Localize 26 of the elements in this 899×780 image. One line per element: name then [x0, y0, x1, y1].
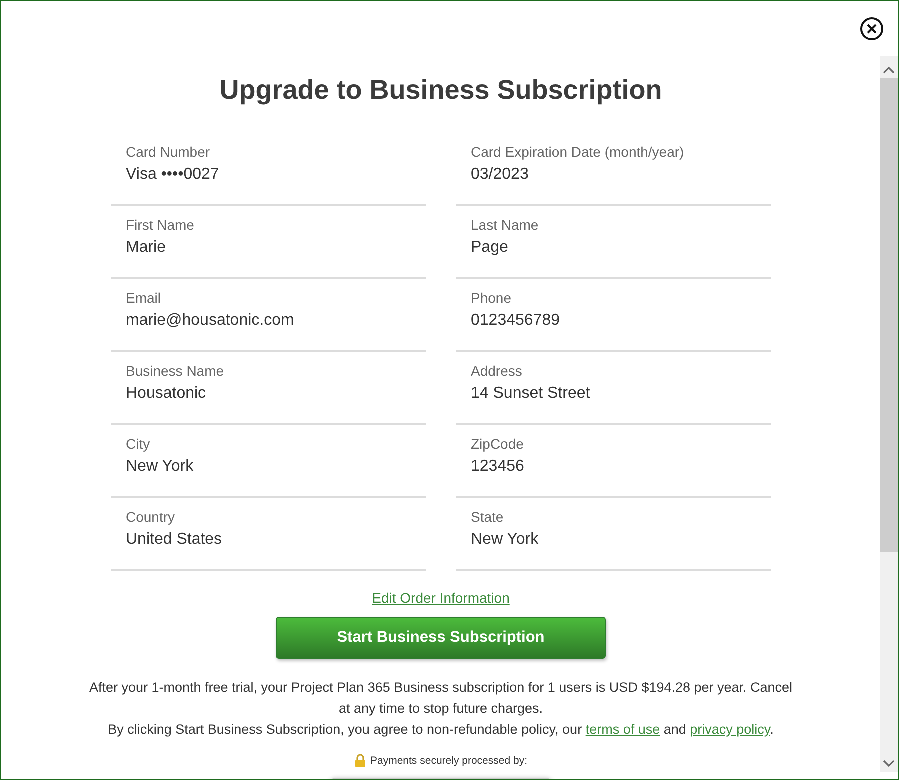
trial-notice: After your 1-month free trial, your Project Plan 365 Business subscription for 1 users is USD $194.28 per year. Cancel at any time to stop future charges.	[88, 679, 794, 718]
form-field[interactable]: Address 14 Sunset Street	[456, 352, 771, 425]
form-field[interactable]: City New York	[111, 425, 426, 498]
terms-link[interactable]: terms of use	[586, 722, 660, 737]
form-field[interactable]: First Name Marie	[111, 206, 426, 279]
edit-order-link[interactable]: Edit Order Information	[372, 588, 510, 608]
form-field[interactable]: Card Expiration Date (month/year) 03/2023	[456, 133, 771, 206]
dialog-title: Upgrade to Business Subscription	[220, 74, 662, 107]
form-field[interactable]: Last Name Page	[456, 206, 771, 279]
privacy-link[interactable]: privacy policy	[690, 722, 770, 737]
scroll-down-icon[interactable]	[883, 760, 895, 768]
form-field[interactable]: Phone 0123456789	[456, 279, 771, 352]
agreement-text: By clicking Start Business Subscription, you agree to non-refundable policy, our terms of use and privacy policy.	[107, 721, 775, 739]
form-field[interactable]: Business Name Housatonic	[111, 352, 426, 425]
form-field[interactable]: ZipCode 123456	[456, 425, 771, 498]
start-subscription-button[interactable]: Start Business Subscription	[276, 617, 606, 659]
payments-note: Payments securely processed by:	[370, 755, 528, 767]
form-field[interactable]: Card Number Visa ••••0027	[111, 133, 426, 206]
close-icon[interactable]	[860, 17, 884, 41]
scroll-thumb[interactable]	[880, 78, 898, 552]
form-field[interactable]: Country United States	[111, 498, 426, 571]
form-field[interactable]: Email marie@housatonic.com	[111, 279, 426, 352]
form-field[interactable]: State New York	[456, 498, 771, 571]
scroll-up-icon[interactable]	[883, 66, 895, 74]
scrollbar[interactable]	[880, 56, 898, 772]
lock-icon	[354, 754, 366, 768]
